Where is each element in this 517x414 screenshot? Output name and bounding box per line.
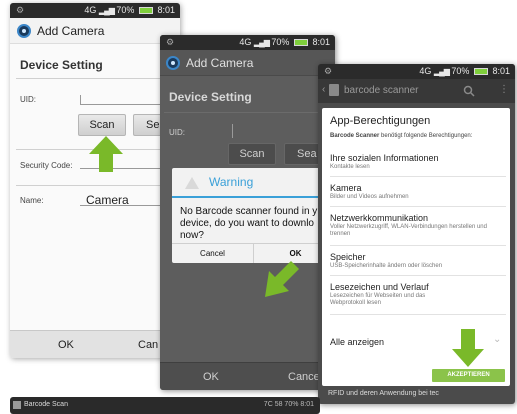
- play-store-icon: [329, 84, 339, 96]
- permission-desc: USB-Speicherinhalte ändern oder löschen: [330, 263, 443, 269]
- camera-app-icon: [166, 56, 180, 70]
- cancel-button[interactable]: Can: [138, 339, 158, 351]
- permission-title: Lesezeichen und Verlauf: [330, 282, 429, 292]
- arrow-down-icon: [452, 329, 484, 367]
- divider: [16, 185, 180, 186]
- battery-icon: [293, 39, 308, 46]
- security-code-label: Security Code:: [20, 161, 73, 170]
- battery-icon: [138, 7, 153, 14]
- divider: [330, 206, 506, 207]
- scan-button[interactable]: Scan: [78, 114, 126, 136]
- divider: [330, 314, 506, 315]
- divider: [164, 112, 335, 113]
- app-title: Barcode Scan: [24, 401, 68, 408]
- barcode-app-icon: [13, 401, 21, 409]
- bottom-bar: OK Can: [10, 330, 180, 358]
- permission-desc: Voller Netzwerkzugriff, WLAN-Verbindunge…: [330, 224, 487, 237]
- scan-button[interactable]: Scan: [228, 143, 276, 165]
- network-label: 4G: [84, 5, 97, 15]
- permission-desc: Bilder und Videos aufnehmen: [330, 194, 409, 200]
- dialog-cancel-button[interactable]: Cancel: [172, 243, 254, 263]
- signal-icon: ▂▄▆: [98, 6, 115, 15]
- settings-icon: ⚙: [324, 66, 333, 76]
- screenshot-add-camera: ⚙ 4G ▂▄▆ 70% 8:01 Add Camera Device Sett…: [10, 3, 180, 358]
- dialog-heading: App-Berechtigungen: [330, 115, 431, 127]
- signal-icon: ▂▄▆: [433, 67, 450, 76]
- warning-icon: [185, 177, 199, 189]
- battery-icon: [473, 68, 488, 75]
- accept-button[interactable]: AKZEPTIEREN: [432, 369, 505, 382]
- permission-item: Kamera Bilder und Videos aufnehmen: [330, 183, 508, 201]
- divider: [16, 78, 180, 79]
- play-store-app-bar: ‹ barcode scanner ⋮: [318, 79, 515, 103]
- status-text: 7C 58 70% 8:01: [263, 401, 314, 408]
- permission-item: Netzwerkkommunikation Voller Netzwerkzug…: [330, 213, 502, 238]
- back-icon[interactable]: ‹: [322, 84, 325, 95]
- dialog-subtitle: Barcode Scanner benötigt folgende Berech…: [330, 132, 505, 140]
- status-bar: ⚙ 4G ▂▄▆ 70% 8:01: [10, 3, 180, 18]
- camera-app-icon: [17, 24, 31, 38]
- bottom-bar: OK Cance: [160, 362, 335, 390]
- uid-label: UID:: [20, 95, 36, 104]
- screenshot-barcode-scanner: Barcode Scan 7C 58 70% 8:01: [10, 397, 320, 414]
- page-title: Add Camera: [37, 24, 105, 38]
- search-icon[interactable]: [463, 85, 475, 97]
- settings-icon: ⚙: [166, 37, 175, 47]
- permissions-dialog: App-Berechtigungen Barcode Scanner benöt…: [322, 108, 510, 386]
- battery-percent: 70%: [116, 5, 135, 15]
- divider: [330, 245, 506, 246]
- status-bar: ⚙ 4G ▂▄▆ 70% 8:01: [318, 64, 515, 79]
- permission-title: Netzwerkkommunikation: [330, 213, 429, 223]
- dialog-message: No Barcode scanner found in y device, do…: [180, 206, 335, 242]
- background-text: RFID und deren Anwendung bei tec: [328, 390, 439, 397]
- ok-button[interactable]: OK: [203, 371, 219, 383]
- clock: 8:01: [157, 5, 175, 15]
- ok-button[interactable]: OK: [58, 339, 74, 351]
- section-heading: Device Setting: [169, 90, 252, 104]
- chevron-down-icon: ⌄: [493, 334, 502, 345]
- arrow-down-left-icon: [265, 261, 299, 297]
- title-bar: Add Camera: [160, 50, 335, 76]
- settings-icon: ⚙: [16, 5, 25, 15]
- title-bar: Add Camera: [10, 18, 180, 44]
- permission-desc: Lesezeichen für Webseiten und das Webpro…: [330, 293, 426, 306]
- permission-title: Speicher: [330, 252, 366, 262]
- name-label: Name:: [20, 196, 44, 205]
- warning-dialog: Warning No Barcode scanner found in y de…: [172, 168, 335, 263]
- app-name: Barcode Scanner: [330, 133, 380, 139]
- permission-title: Ihre sozialen Informationen: [330, 153, 439, 163]
- dialog-title: Warning: [209, 175, 254, 189]
- page-title: Add Camera: [186, 56, 254, 70]
- network-label: 4G: [419, 66, 432, 76]
- search-query[interactable]: barcode scanner: [344, 85, 419, 96]
- clock: 8:01: [492, 66, 510, 76]
- arrow-up-icon: [89, 136, 123, 172]
- network-label: 4G: [239, 37, 252, 47]
- signal-icon: ▂▄▆: [253, 38, 270, 47]
- show-all-link[interactable]: Alle anzeigen: [330, 337, 384, 347]
- screenshot-app-permissions: ⚙ 4G ▂▄▆ 70% 8:01 ‹ barcode scanner ⋮ Ap…: [318, 64, 515, 404]
- status-bar: ⚙ 4G ▂▄▆ 70% 8:01: [160, 35, 335, 50]
- overflow-menu-icon[interactable]: ⋮: [499, 84, 509, 95]
- clock: 8:01: [312, 37, 330, 47]
- divider: [330, 176, 506, 177]
- permission-item: Lesezeichen und Verlauf Lesezeichen für …: [330, 282, 460, 307]
- permission-item: Ihre sozialen Informationen Kontakte les…: [330, 153, 508, 171]
- cancel-button[interactable]: Cance: [288, 371, 320, 383]
- permission-title: Kamera: [330, 183, 362, 193]
- battery-percent: 70%: [451, 66, 470, 76]
- section-heading: Device Setting: [20, 58, 103, 72]
- uid-input[interactable]: [232, 124, 332, 138]
- dialog-message-line: device, do you want to downlo: [180, 218, 314, 229]
- uid-label: UID:: [169, 128, 185, 137]
- permission-item: Speicher USB-Speicherinhalte ändern oder…: [330, 252, 508, 270]
- divider: [330, 275, 506, 276]
- permission-desc: Kontakte lesen: [330, 164, 370, 170]
- dialog-message-line: No Barcode scanner found in y: [180, 206, 318, 217]
- screenshot-warning-dialog: ⚙ 4G ▂▄▆ 70% 8:01 Add Camera Device Sett…: [160, 35, 335, 390]
- dialog-message-line: now?: [180, 230, 204, 241]
- dialog-title-divider: [172, 196, 335, 198]
- battery-percent: 70%: [271, 37, 290, 47]
- subtitle-text: benötigt folgende Berechtigungen:: [379, 133, 473, 139]
